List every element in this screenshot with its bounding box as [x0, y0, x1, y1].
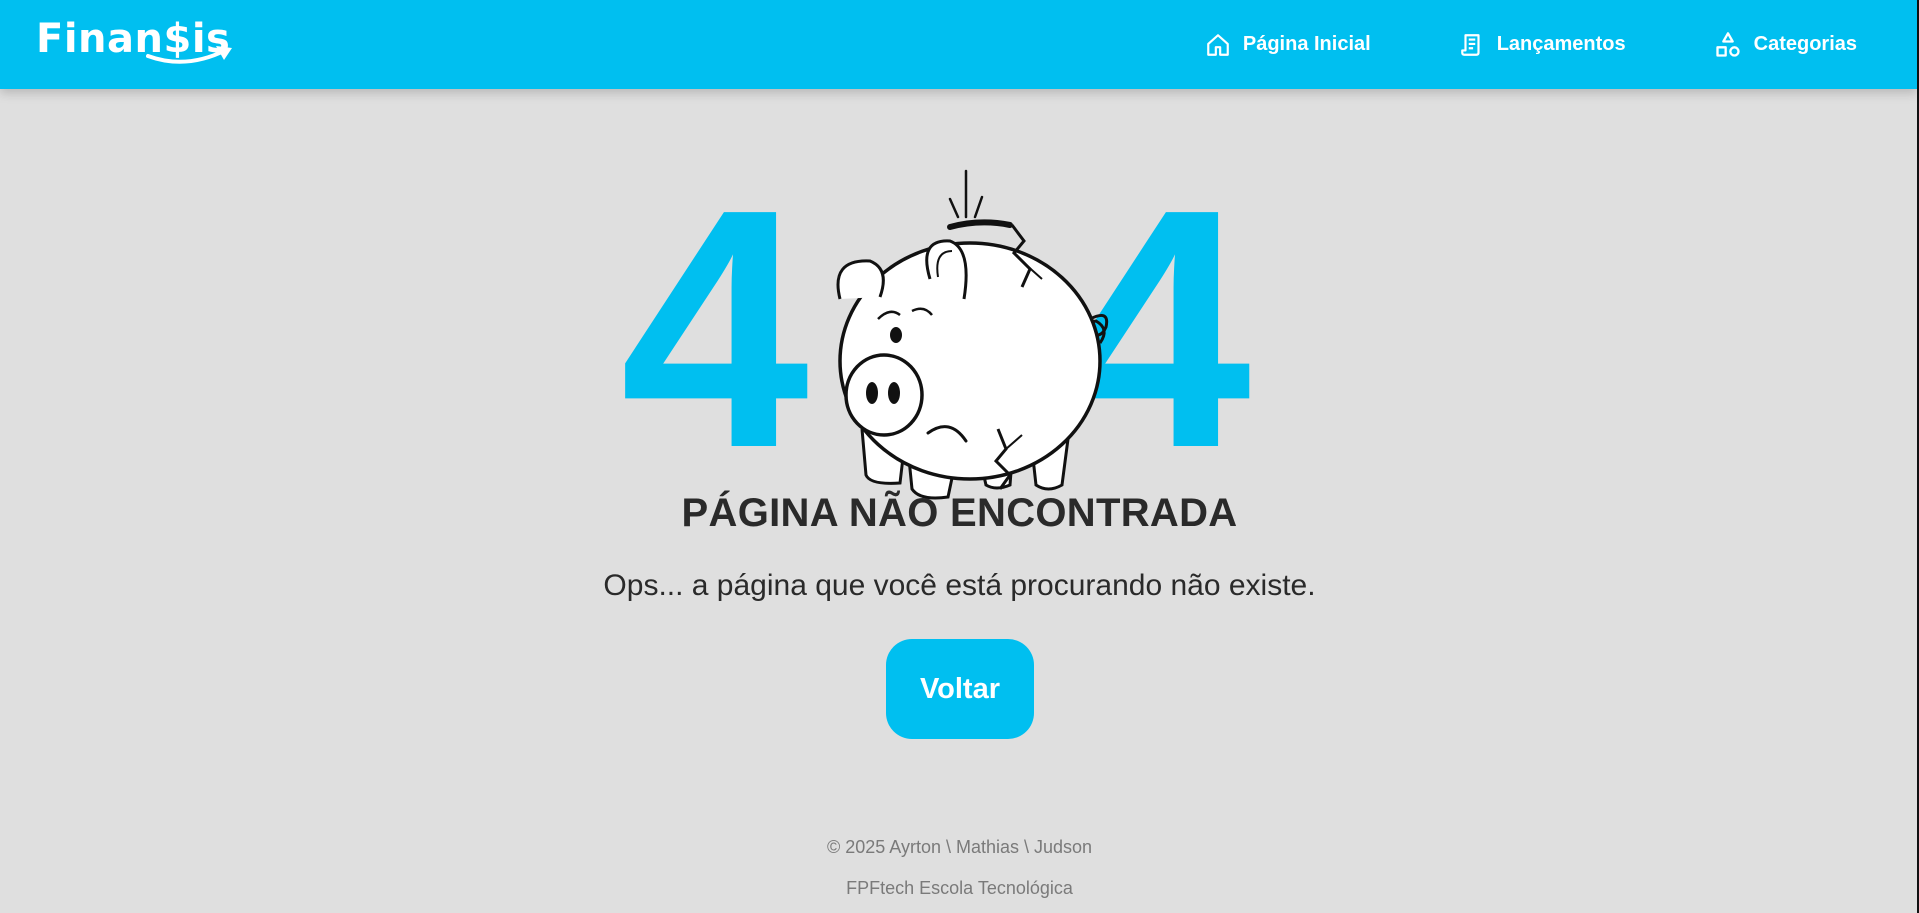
nav-item-home[interactable]: Página Inicial	[1205, 32, 1371, 58]
broken-piggy-bank-icon	[836, 169, 1109, 500]
nav-item-lancamentos[interactable]: Lançamentos	[1459, 32, 1626, 58]
top-navbar: Finan$is Página Inicial Lançamentos Cate…	[0, 0, 1917, 89]
finansis-logo[interactable]: Finan$is	[36, 14, 232, 74]
back-button[interactable]: Voltar	[886, 639, 1034, 739]
receipt-icon	[1460, 33, 1480, 56]
logo-arrow-icon	[146, 46, 232, 64]
nav-item-lancamentos-label: Lançamentos	[1496, 33, 1626, 55]
shapes-icon	[1715, 31, 1740, 57]
nav-item-categorias[interactable]: Categorias	[1714, 31, 1857, 59]
main-content: 4 4 PÁGINA NÃO ENCONTRADA Ops... a págin…	[0, 89, 1919, 913]
footer-copyright: © 2025 Ayrton \ Mathias \ Judson	[826, 837, 1093, 857]
error-code-digit-left: 4	[620, 139, 810, 519]
page: Finan$is Página Inicial Lançamentos Cate…	[0, 0, 1919, 913]
nav-item-home-label: Página Inicial	[1242, 33, 1371, 55]
error-message: Ops... a página que você está procurando…	[603, 569, 1316, 602]
error-title: PÁGINA NÃO ENCONTRADA	[681, 491, 1238, 535]
footer-school: FPFtech Escola Tecnológica	[846, 878, 1073, 898]
main-nav: Página Inicial Lançamentos Categorias	[1205, 0, 1857, 89]
nav-item-categorias-label: Categorias	[1753, 33, 1857, 55]
home-icon	[1207, 33, 1229, 56]
